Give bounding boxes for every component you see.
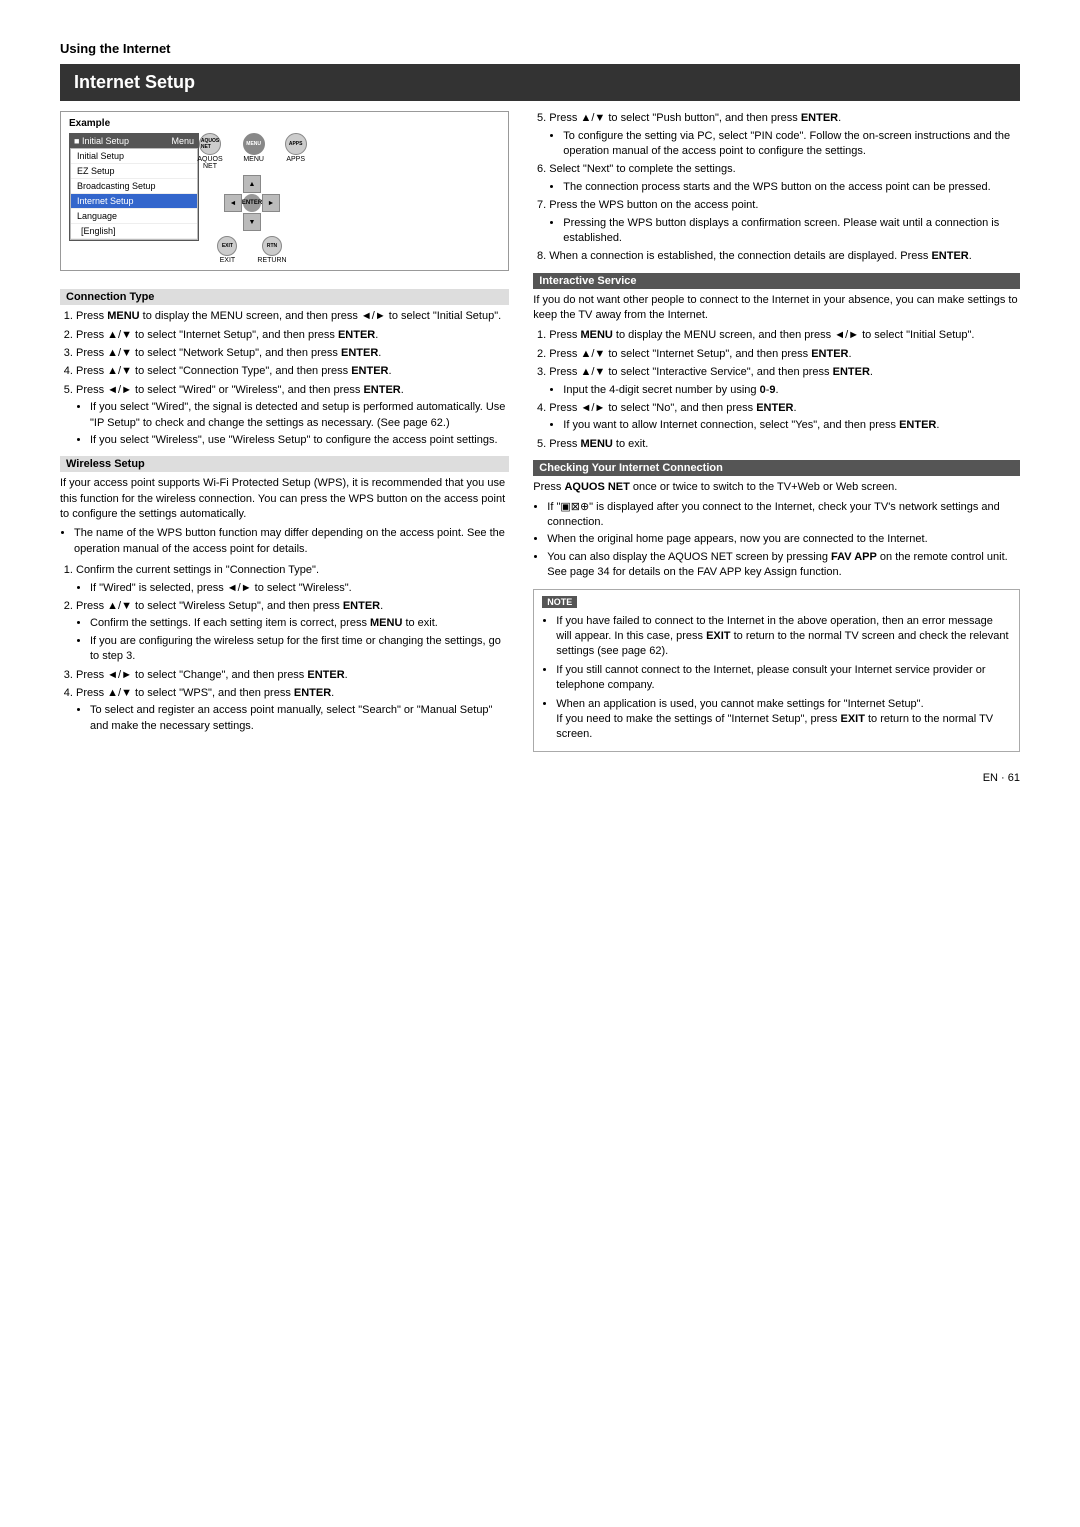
ws-bullet-1: If "Wired" is selected, press ◄/► to sel… bbox=[90, 581, 509, 596]
note-bullet-1: If you have failed to connect to the Int… bbox=[556, 614, 1011, 660]
cc-bullet-1: If "▣⊠⊕" is displayed after you connect … bbox=[547, 500, 1020, 531]
ws-bullet-2a: Confirm the settings. If each setting it… bbox=[90, 616, 509, 631]
dpad-left: ◄ bbox=[224, 194, 242, 212]
is-step-1: Press MENU to display the MENU screen, a… bbox=[549, 328, 1020, 343]
menu-btn: MENU bbox=[243, 133, 265, 155]
return-btn: RTN bbox=[262, 236, 282, 256]
ct-step-5: Press ◄/► to select "Wired" or "Wireless… bbox=[76, 383, 509, 449]
ct-step-4: Press ▲/▼ to select "Connection Type", a… bbox=[76, 364, 509, 379]
ws-step-5: Press ▲/▼ to select "Push button", and t… bbox=[549, 111, 1020, 159]
wireless-intro: If your access point supports Wi-Fi Prot… bbox=[60, 476, 509, 522]
menu-item-broadcasting: Broadcasting Setup bbox=[71, 179, 197, 194]
interactive-service-steps: Press MENU to display the MENU screen, a… bbox=[533, 328, 1020, 452]
cc-bullet-2: When the original home page appears, now… bbox=[547, 532, 1020, 547]
wireless-steps-cont: Press ▲/▼ to select "Push button", and t… bbox=[533, 111, 1020, 265]
is-bullet-3: Input the 4-digit secret number by using… bbox=[563, 383, 1020, 398]
ws-step-7: Press the WPS button on the access point… bbox=[549, 198, 1020, 246]
ct-step-2: Press ▲/▼ to select "Internet Setup", an… bbox=[76, 328, 509, 343]
checking-connection-subtitle: Checking Your Internet Connection bbox=[533, 460, 1020, 476]
dpad-up: ▲ bbox=[243, 175, 261, 193]
menu-item-internet: Internet Setup bbox=[71, 194, 197, 209]
left-column: Example ■ Initial Setup Menu Initial Set… bbox=[60, 111, 509, 752]
is-bullet-4: If you want to allow Internet connection… bbox=[563, 418, 1020, 433]
example-box: Example ■ Initial Setup Menu Initial Set… bbox=[60, 111, 509, 271]
note-bullet-2: If you still cannot connect to the Inter… bbox=[556, 663, 1011, 694]
menu-right-label: Menu bbox=[171, 136, 194, 146]
ws-step-3: Press ◄/► to select "Change", and then p… bbox=[76, 668, 509, 683]
right-column: Press ▲/▼ to select "Push button", and t… bbox=[533, 111, 1020, 752]
page-header: Using the Internet bbox=[60, 40, 1020, 58]
main-title-box: Internet Setup bbox=[60, 64, 1020, 101]
aquos-net-btn: AQUOSNET bbox=[199, 133, 221, 155]
ws-step-6: Select "Next" to complete the settings. … bbox=[549, 162, 1020, 195]
wireless-setup-subtitle: Wireless Setup bbox=[60, 456, 509, 472]
dpad-right: ► bbox=[262, 194, 280, 212]
dpad: ▲ ◄ ENTER ► ▼ bbox=[224, 175, 280, 231]
wireless-bullet: The name of the WPS button function may … bbox=[74, 526, 509, 557]
ws-bullet-2b: If you are configuring the wireless setu… bbox=[90, 634, 509, 665]
menu-item-language: Language bbox=[71, 209, 197, 224]
apps-btn: APPS bbox=[285, 133, 307, 155]
ws-bullet-6: The connection process starts and the WP… bbox=[563, 180, 1020, 195]
is-step-5: Press MENU to exit. bbox=[549, 437, 1020, 452]
is-step-2: Press ▲/▼ to select "Internet Setup", an… bbox=[549, 347, 1020, 362]
ws-bullet-4: To select and register an access point m… bbox=[90, 703, 509, 734]
checking-connection-intro: Press AQUOS NET once or twice to switch … bbox=[533, 480, 1020, 495]
cc-bullet-3: You can also display the AQUOS NET scree… bbox=[547, 550, 1020, 581]
ws-step-1: Confirm the current settings in "Connect… bbox=[76, 563, 509, 596]
remote-diagram: AQUOSNET AQUOSNET MENU MENU APPS APPS bbox=[207, 133, 297, 264]
menu-item-ez: EZ Setup bbox=[71, 164, 197, 179]
wireless-steps: Confirm the current settings in "Connect… bbox=[60, 563, 509, 734]
note-bullet-3: When an application is used, you cannot … bbox=[556, 697, 1011, 743]
note-label: NOTE bbox=[542, 596, 577, 608]
page-footer: EN · 61 bbox=[60, 772, 1020, 784]
note-box: NOTE If you have failed to connect to th… bbox=[533, 589, 1020, 752]
enter-center-btn: ENTER bbox=[243, 194, 261, 212]
ws-bullet-5: To configure the setting via PC, select … bbox=[563, 129, 1020, 160]
menu-diagram: ■ Initial Setup Menu Initial Setup EZ Se… bbox=[69, 133, 199, 241]
connection-type-subtitle: Connection Type bbox=[60, 289, 509, 305]
menu-icon: ■ Initial Setup bbox=[74, 136, 129, 146]
ct-step-1: Press MENU to display the MENU screen, a… bbox=[76, 309, 509, 324]
ws-step-4: Press ▲/▼ to select "WPS", and then pres… bbox=[76, 686, 509, 734]
exit-btn: EXIT bbox=[217, 236, 237, 256]
connection-type-steps: Press MENU to display the MENU screen, a… bbox=[60, 309, 509, 448]
ct-step-3: Press ▲/▼ to select "Network Setup", and… bbox=[76, 346, 509, 361]
is-step-3: Press ▲/▼ to select "Interactive Service… bbox=[549, 365, 1020, 398]
ws-step-8: When a connection is established, the co… bbox=[549, 249, 1020, 264]
interactive-service-intro: If you do not want other people to conne… bbox=[533, 293, 1020, 324]
example-label: Example bbox=[69, 118, 500, 129]
interactive-service-subtitle: Interactive Service bbox=[533, 273, 1020, 289]
dpad-down: ▼ bbox=[243, 213, 261, 231]
menu-item-english: [English] bbox=[71, 224, 197, 239]
ws-bullet-7: Pressing the WPS button displays a confi… bbox=[563, 216, 1020, 247]
ws-step-2: Press ▲/▼ to select "Wireless Setup", an… bbox=[76, 599, 509, 665]
ct-bullet-1: If you select "Wired", the signal is det… bbox=[90, 400, 509, 431]
menu-item-initial: Initial Setup bbox=[71, 149, 197, 164]
ct-bullet-2: If you select "Wireless", use "Wireless … bbox=[90, 433, 509, 448]
is-step-4: Press ◄/► to select "No", and then press… bbox=[549, 401, 1020, 434]
